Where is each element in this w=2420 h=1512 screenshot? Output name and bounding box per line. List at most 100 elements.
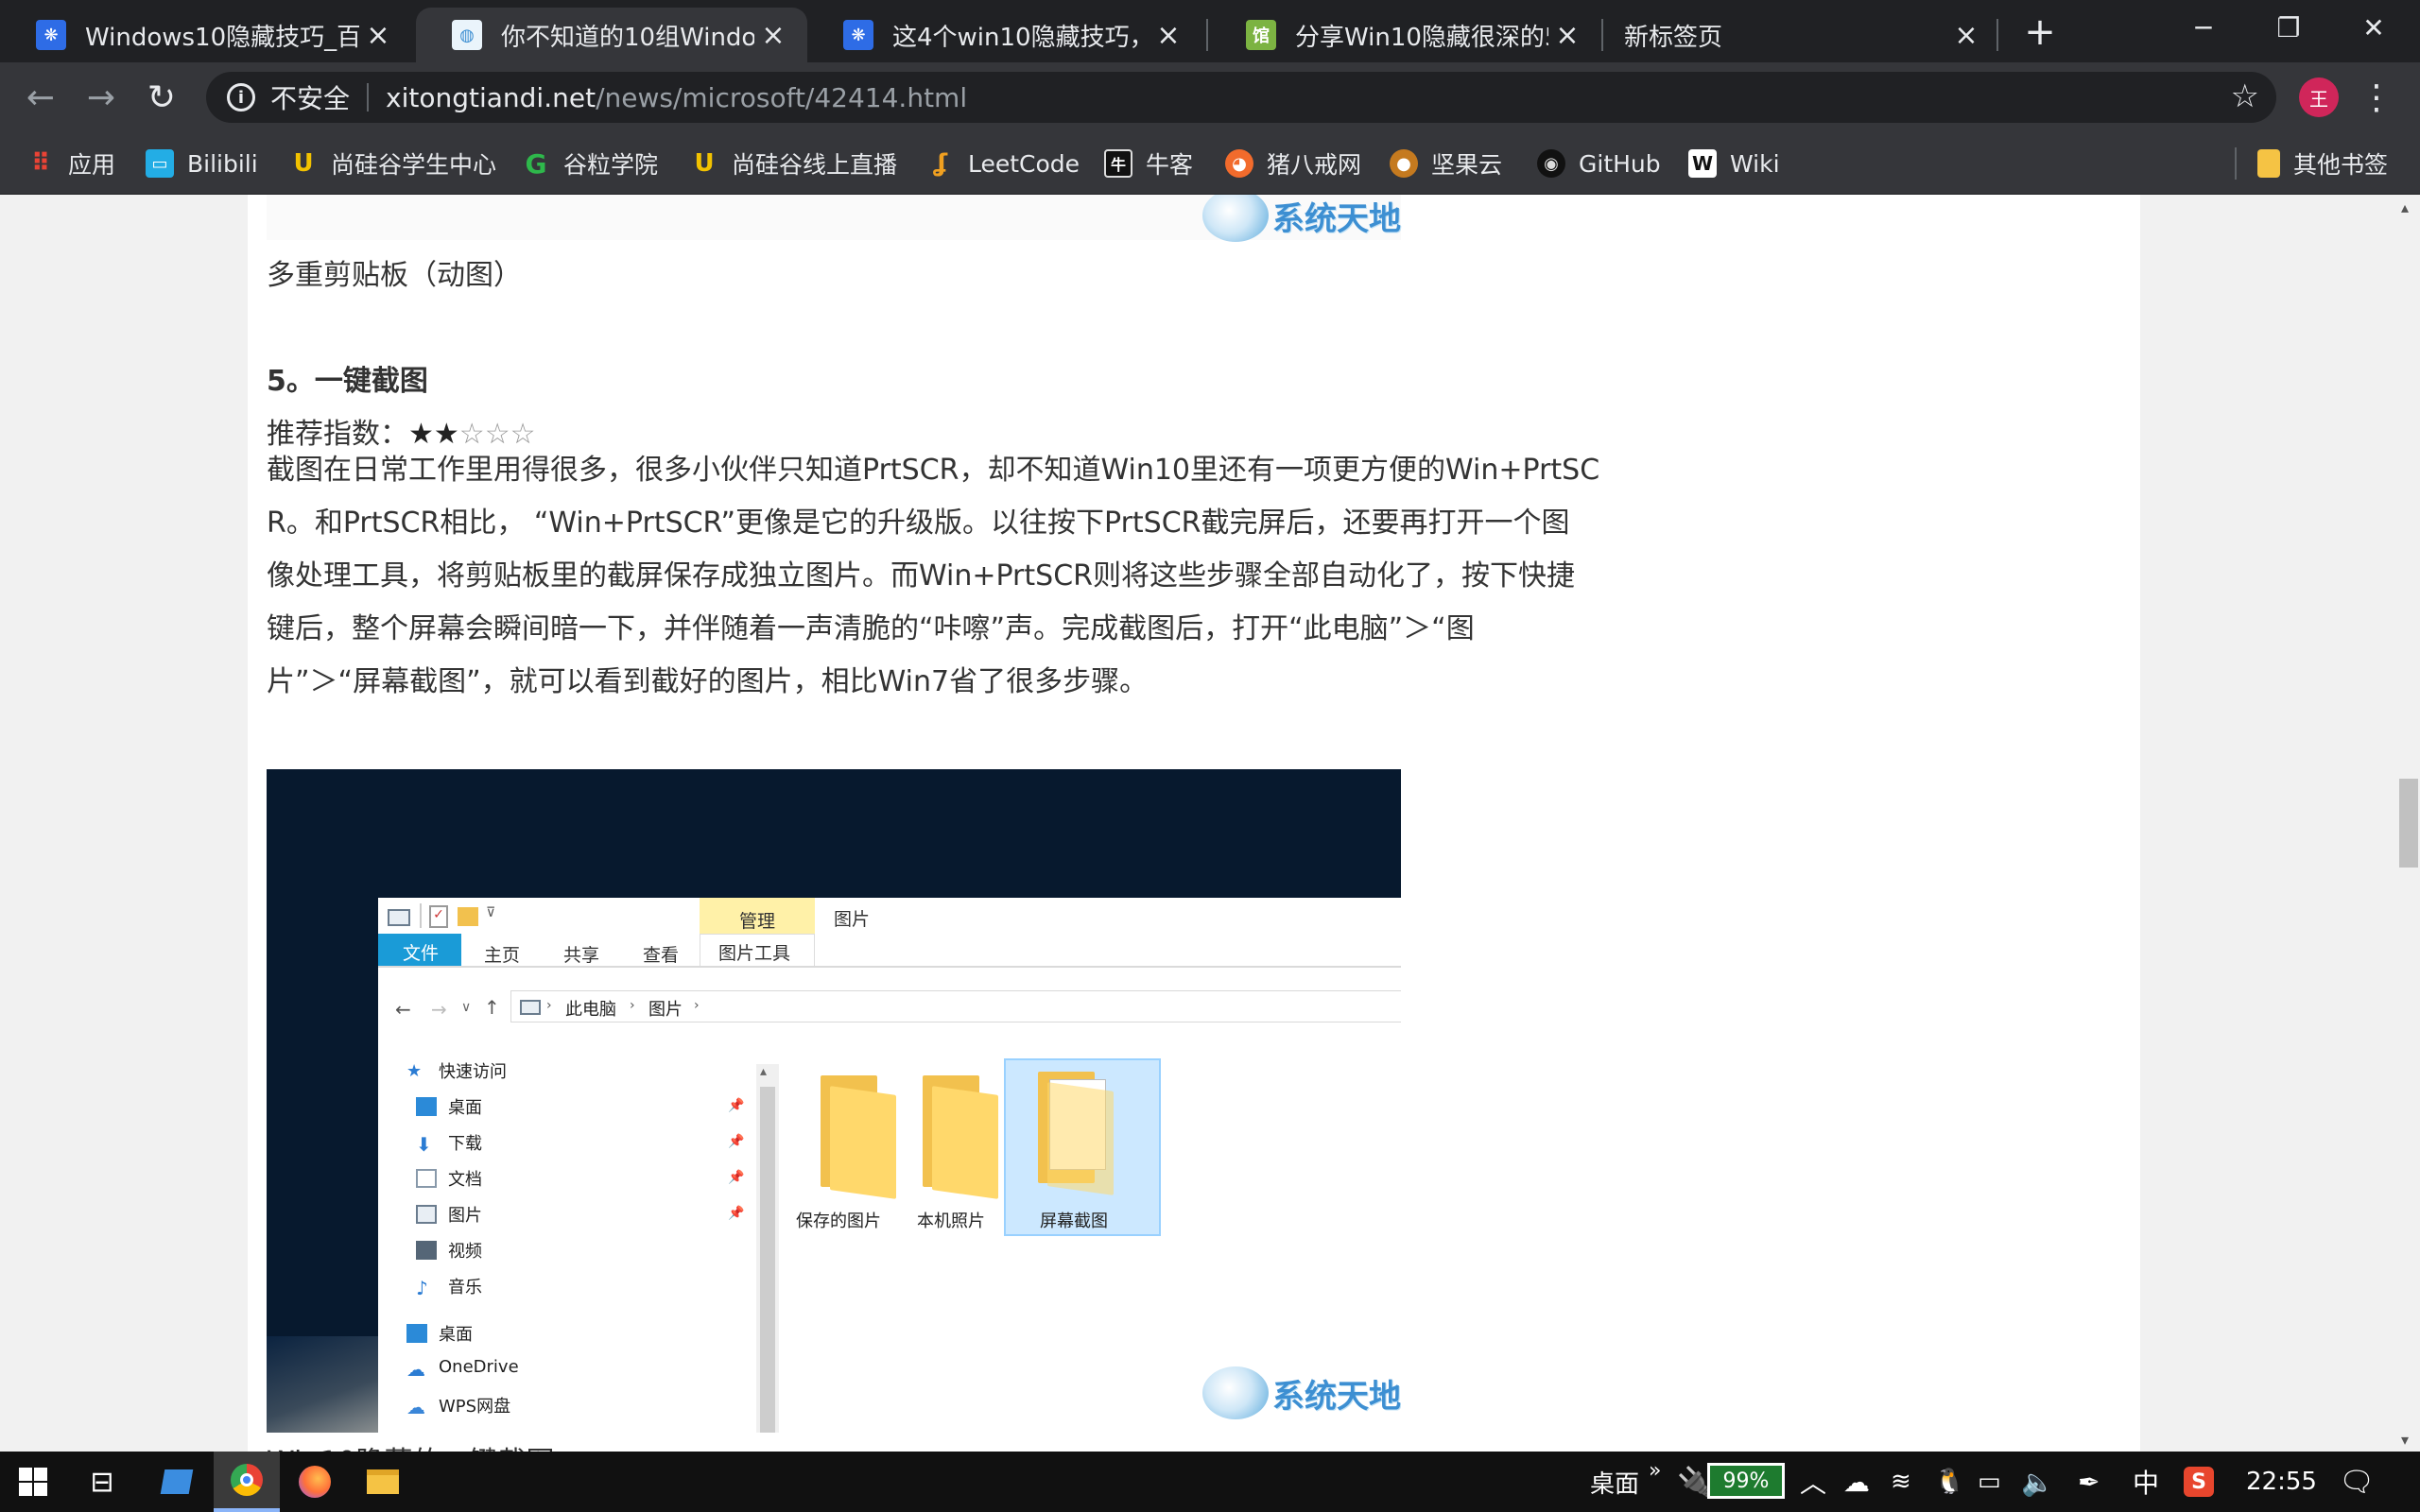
new-tab-button[interactable]: + xyxy=(2015,8,2065,57)
address-bar[interactable]: i 不安全 xitongtiandi.net/news/microsoft/42… xyxy=(206,72,2276,123)
folder-label: 保存的图片 xyxy=(796,1211,881,1231)
bookmark-jianguoyun[interactable]: ● 坚果云 xyxy=(1390,144,1502,183)
qq-icon[interactable]: 🐧 xyxy=(1934,1452,1964,1512)
music-icon: ♪ xyxy=(416,1277,428,1299)
volume-icon[interactable]: 🔈 xyxy=(2021,1452,2054,1512)
sogou-ime-button[interactable]: S xyxy=(2184,1452,2214,1512)
restore-button[interactable]: ❐ xyxy=(2246,0,2331,55)
properties-icon: ✓ xyxy=(429,905,448,928)
bookmark-apps[interactable]: ⠿ 应用 xyxy=(26,144,115,183)
page-scrollbar[interactable]: ▴ ▾ xyxy=(2395,195,2420,1452)
folder-screenshots xyxy=(1027,1072,1131,1195)
reload-icon[interactable]: ↻ xyxy=(136,72,187,123)
bookmark-other[interactable]: 其他书签 xyxy=(2257,144,2388,183)
pen-workspace-icon[interactable]: ✒ xyxy=(2078,1452,2100,1512)
window-icon xyxy=(388,909,410,926)
firefox-icon xyxy=(299,1466,331,1498)
cloud-sync-icon[interactable]: ☁ xyxy=(1843,1452,1870,1512)
app-icon xyxy=(160,1469,194,1494)
show-hidden-icons-icon[interactable]: ︿ xyxy=(1800,1452,1826,1512)
tab-4[interactable]: 新标签页 × xyxy=(1586,8,2000,62)
close-window-button[interactable]: ✕ xyxy=(2331,0,2416,55)
tab-title: Windows10隐藏技巧_百度 xyxy=(85,23,359,52)
profile-avatar[interactable]: 王 xyxy=(2299,77,2339,117)
taskbar-file-explorer[interactable] xyxy=(350,1452,416,1512)
onedrive-icon: ☁ xyxy=(406,1357,425,1381)
article-paragraph: 截图在日常工作里用得很多，很多小伙伴只知道PrtSCR，却不知道Win10里还有… xyxy=(267,444,1599,709)
pin-icon: 📌 xyxy=(728,1098,745,1113)
scroll-up-icon: ▴ xyxy=(760,1064,768,1079)
windows-taskbar: ⊟ 桌面 » 🔌 99% ︿ ☁ ≋ 🐧 ▭ 🔈 ✒ 中 S 22:55 🗨 xyxy=(0,1452,2420,1512)
ribbon-tab-view: 查看 xyxy=(643,945,680,966)
bookmark-label: 牛客 xyxy=(1146,151,1194,179)
paragraph-line: 键后，整个屏幕会瞬间暗一下，并伴随着一声清脆的“咔嚓”声。完成截图后，打开“此电… xyxy=(267,612,1475,645)
bookmark-zbj[interactable]: ◕ 猪八戒网 xyxy=(1225,144,1361,183)
pin-icon: 📌 xyxy=(728,1206,745,1221)
zbj-icon: ◕ xyxy=(1225,149,1253,178)
breadcrumb-separator: › xyxy=(694,998,700,1013)
tab-1-active[interactable]: ◍ 你不知道的10组Windows1 × xyxy=(416,8,807,62)
battery-indicator[interactable]: 99% xyxy=(1707,1463,1785,1499)
wifi-icon[interactable]: ≋ xyxy=(1891,1452,1911,1512)
sidebar-label: 快速访问 xyxy=(439,1062,507,1082)
menu-icon[interactable]: ⋮ xyxy=(2358,72,2395,123)
paragraph-line: 像处理工具，将剪贴板里的截屏保存成独立图片。而Win+PrtSCR则将这些步骤全… xyxy=(267,559,1575,593)
tab-0[interactable]: ❋ Windows10隐藏技巧_百度 × xyxy=(0,8,412,62)
sidebar-label: 图片 xyxy=(448,1206,482,1226)
baidu-paw-icon: ❋ xyxy=(843,20,873,50)
explorer-recent-icon: ∨ xyxy=(461,1000,472,1015)
clock-time[interactable]: 22:55 xyxy=(2246,1452,2317,1512)
ime-mode-indicator[interactable]: 中 xyxy=(2133,1452,2159,1512)
back-arrow-icon[interactable]: ← xyxy=(15,72,66,123)
tab-3[interactable]: 馆 分享Win10隐藏很深的5个M × xyxy=(1210,8,1601,62)
task-view-icon[interactable]: ⊟ xyxy=(72,1452,132,1512)
forward-arrow-icon[interactable]: → xyxy=(76,72,127,123)
taskbar-chrome[interactable] xyxy=(214,1452,280,1512)
close-icon[interactable]: × xyxy=(754,16,792,54)
taskbar-firefox[interactable] xyxy=(282,1452,348,1512)
toolbar-expand-icon[interactable]: » xyxy=(1649,1440,1661,1501)
url-path[interactable]: /news/microsoft/42414.html xyxy=(596,82,967,113)
info-icon[interactable]: i xyxy=(227,83,255,112)
scroll-up-arrow-icon[interactable]: ▴ xyxy=(2401,198,2409,216)
taskbar-app-pinned[interactable] xyxy=(144,1452,210,1512)
explorer-back-icon: ← xyxy=(395,998,411,1021)
scroll-down-arrow-icon[interactable]: ▾ xyxy=(2401,1431,2409,1449)
close-icon[interactable]: × xyxy=(1548,16,1586,54)
tab-2[interactable]: ❋ 这4个win10隐藏技巧，你知 × xyxy=(807,8,1202,62)
bookmark-label: Bilibili xyxy=(187,149,258,178)
desktop-toolbar-label[interactable]: 桌面 xyxy=(1590,1452,1639,1512)
xitongtiandi-icon: ◍ xyxy=(452,20,482,50)
start-button[interactable] xyxy=(0,1452,66,1512)
bookmark-label: 应用 xyxy=(68,151,116,179)
scroll-thumb[interactable] xyxy=(2399,779,2418,868)
bookmark-atguigu-student[interactable]: U 尚硅谷学生中心 xyxy=(289,144,496,183)
sidebar-documents: 文档 xyxy=(416,1166,482,1191)
security-label[interactable]: 不安全 xyxy=(270,78,350,116)
sidebar-desktop: 桌面 xyxy=(416,1094,482,1119)
file-explorer-window: ✓ ⊽ 管理 图片 文件 主页 共享 查看 图片工具 ← → ∨ ↑ › 此电脑… xyxy=(378,898,1401,1433)
close-icon[interactable]: × xyxy=(1947,16,1985,54)
new-folder-icon xyxy=(458,907,478,926)
bookmark-atguigu-live[interactable]: U 尚硅谷线上直播 xyxy=(690,144,897,183)
bookmark-bilibili[interactable]: ▭ Bilibili xyxy=(146,144,258,183)
bookmark-nowcoder[interactable]: 牛 牛客 xyxy=(1104,144,1193,183)
previous-image-caption: 多重剪贴板（动图） xyxy=(267,259,522,292)
bookmark-wiki[interactable]: W Wiki xyxy=(1688,144,1780,183)
url-host[interactable]: xitongtiandi.net xyxy=(386,82,596,113)
bookmark-leetcode[interactable]: ʆ LeetCode xyxy=(926,144,1080,183)
minimize-button[interactable]: ─ xyxy=(2161,0,2246,55)
close-icon[interactable]: × xyxy=(359,16,397,54)
watermark-logo: 系统天地 xyxy=(1202,1366,1401,1419)
folder-front xyxy=(932,1086,998,1199)
explorer-forward-icon: → xyxy=(431,998,447,1021)
bookmark-guli[interactable]: G 谷粒学院 xyxy=(522,144,659,183)
battery-tray-icon[interactable]: ▭ xyxy=(1978,1452,2001,1512)
bookmark-star-icon[interactable]: ☆ xyxy=(2231,77,2259,115)
tab-title: 你不知道的10组Windows1 xyxy=(501,23,754,52)
close-icon[interactable]: × xyxy=(1150,16,1187,54)
bookmark-github[interactable]: ◉ GitHub xyxy=(1537,144,1661,183)
breadcrumb-separator: › xyxy=(546,998,552,1013)
ribbon-tab-share: 共享 xyxy=(563,945,600,966)
action-center-icon[interactable]: 🗨 xyxy=(2339,1452,2375,1512)
